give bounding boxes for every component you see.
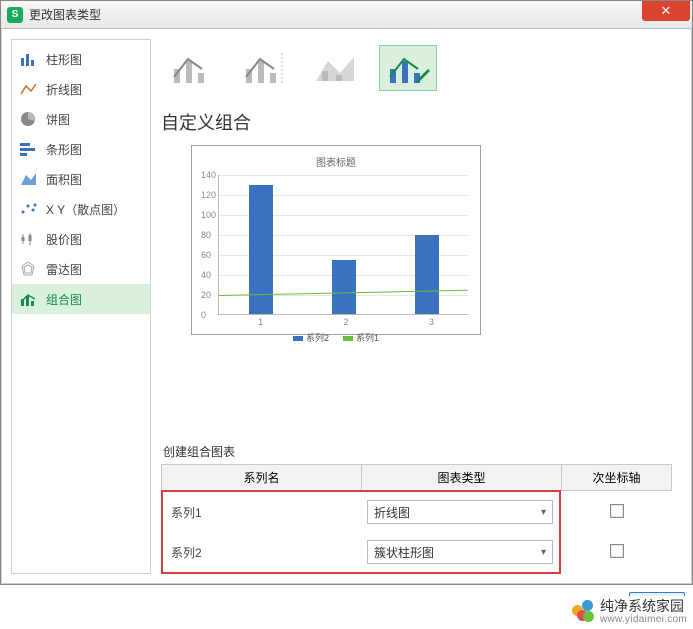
bar-chart-icon [20,142,38,156]
sidebar-item-line[interactable]: 折线图 [12,74,150,104]
chart-bar [415,235,439,315]
sidebar-item-label: 条形图 [46,141,82,158]
legend-label: 系列2 [306,333,329,343]
main-panel: 自定义组合 图表标题 140 120 100 80 60 40 20 0 [151,39,682,574]
line-chart-icon [20,82,38,96]
secondary-axis-checkbox[interactable] [610,504,624,518]
create-combo-label: 创建组合图表 [163,443,672,460]
chevron-down-icon: ▾ [541,547,546,558]
sidebar-item-label: 股价图 [46,231,82,248]
ytick: 80 [201,230,211,240]
legend-label: 系列1 [356,333,379,343]
series-config-table: 系列名 图表类型 次坐标轴 [161,464,672,491]
series-row: 系列1 折线图 ▾ [163,492,559,532]
watermark-brand: 纯净系统家园 [600,598,684,614]
ytick: 20 [201,290,211,300]
series-row: 系列2 簇状柱形图 ▾ [163,532,559,572]
dropdown-value: 折线图 [374,504,410,521]
sidebar-item-scatter[interactable]: X Y（散点图） [12,194,150,224]
stock-chart-icon [20,232,38,246]
chevron-down-icon: ▾ [541,507,546,518]
combo-chart-icon [20,292,38,306]
watermark-url: www.yidaimei.com [600,614,687,625]
sidebar-item-label: 折线图 [46,81,82,98]
pie-chart-icon [20,112,38,126]
sidebar-item-stock[interactable]: 股价图 [12,224,150,254]
series-name: 系列2 [163,544,361,561]
sidebar-item-label: 雷达图 [46,261,82,278]
sidebar-item-label: 面积图 [46,171,82,188]
chart-plot-area: 140 120 100 80 60 40 20 0 [218,175,468,315]
secondary-axis-checkbox[interactable] [610,544,624,558]
app-icon: S [7,7,23,23]
combo-subtype-custom[interactable] [379,45,437,91]
chart-bar [249,185,273,315]
combo-subtype-2[interactable] [235,45,293,91]
series-type-dropdown[interactable]: 折线图 ▾ [367,500,553,524]
dialog-body: 柱形图 折线图 饼图 条形图 [1,29,692,584]
sidebar-item-area[interactable]: 面积图 [12,164,150,194]
ytick: 140 [201,170,216,180]
xtick: 1 [258,317,263,327]
titlebar: S 更改图表类型 ✕ [1,1,692,29]
chart-type-sidebar: 柱形图 折线图 饼图 条形图 [11,39,151,574]
watermark-logo-icon [572,600,594,622]
sidebar-item-label: X Y（散点图） [46,201,125,218]
close-icon: ✕ [661,3,672,19]
xtick: 2 [343,317,348,327]
ytick: 100 [201,210,216,220]
combo-subtype-3[interactable] [307,45,365,91]
scatter-chart-icon [20,202,38,216]
series-type-dropdown[interactable]: 簇状柱形图 ▾ [367,540,553,564]
sidebar-item-bar[interactable]: 条形图 [12,134,150,164]
radar-chart-icon [20,262,38,276]
sidebar-item-combo[interactable]: 组合图 [12,284,150,314]
watermark: 纯净系统家园 www.yidaimei.com [572,596,687,625]
series-name: 系列1 [163,504,361,521]
header-chart-type: 图表类型 [362,465,562,491]
chart-preview: 图表标题 140 120 100 80 60 40 20 0 [191,145,481,335]
header-series-name: 系列名 [162,465,362,491]
sidebar-item-radar[interactable]: 雷达图 [12,254,150,284]
combo-subtype-row [161,39,672,103]
sidebar-item-label: 饼图 [46,111,70,128]
area-chart-icon [20,172,38,186]
sidebar-item-column[interactable]: 柱形图 [12,44,150,74]
ytick: 40 [201,270,211,280]
section-title: 自定义组合 [161,109,672,135]
header-secondary-axis: 次坐标轴 [562,465,672,491]
chart-title: 图表标题 [198,154,474,169]
combo-subtype-1[interactable] [163,45,221,91]
window-title: 更改图表类型 [29,6,101,23]
column-chart-icon [20,52,38,66]
dropdown-value: 簇状柱形图 [374,544,434,561]
ytick: 0 [201,310,206,320]
sidebar-item-pie[interactable]: 饼图 [12,104,150,134]
close-button[interactable]: ✕ [642,1,690,21]
ytick: 60 [201,250,211,260]
sidebar-item-label: 柱形图 [46,51,82,68]
dialog-window: S 更改图表类型 ✕ 柱形图 折线图 饼图 [0,0,693,585]
series-rows-highlight: 系列1 折线图 ▾ 系列2 簇状柱形图 [161,490,561,574]
chart-bar [332,260,356,315]
sidebar-item-label: 组合图 [46,291,82,308]
xtick: 3 [429,317,434,327]
chart-legend: 系列2 系列1 [198,331,474,344]
ytick: 120 [201,190,216,200]
